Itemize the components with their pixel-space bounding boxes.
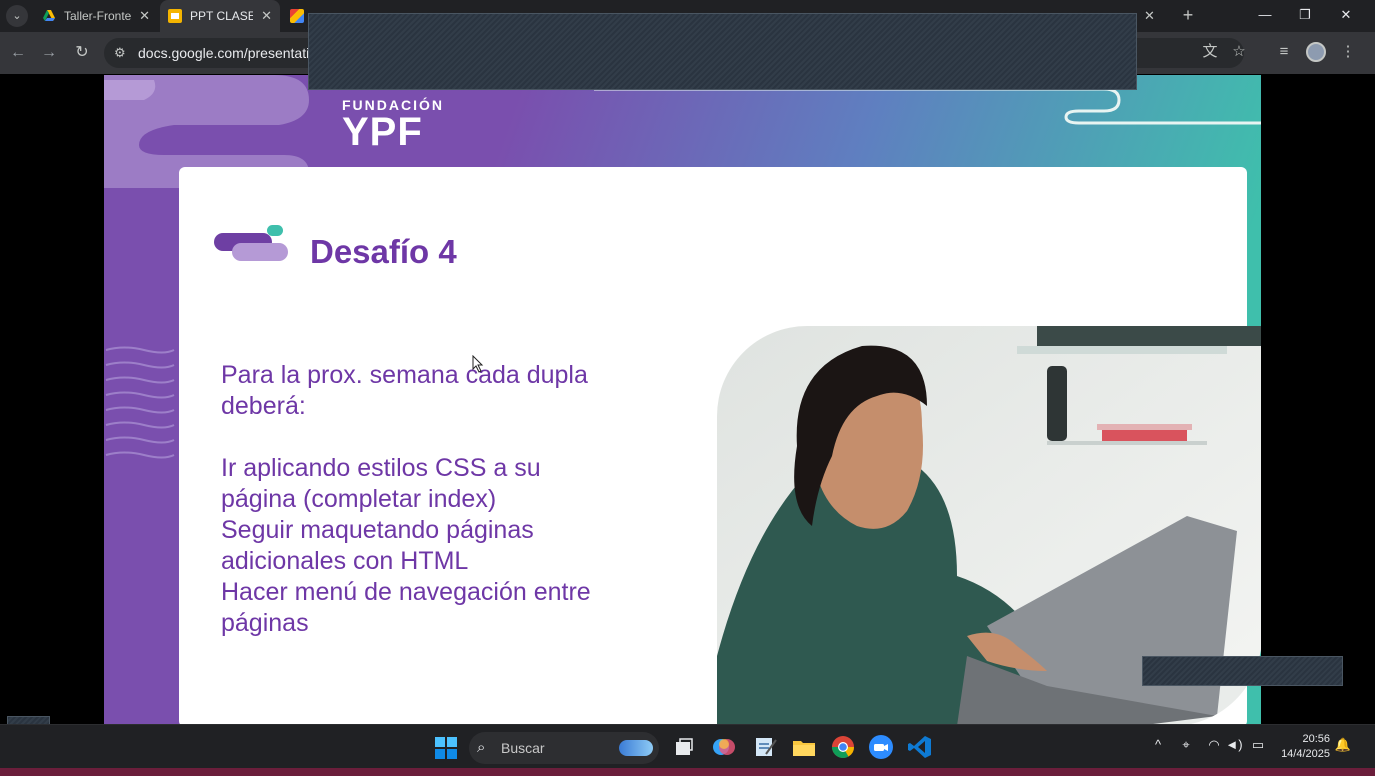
profile-avatar[interactable] bbox=[1306, 42, 1326, 62]
notifications-icon[interactable]: 🔔 bbox=[1333, 737, 1353, 753]
slide-heading: Desafío 4 bbox=[310, 233, 457, 270]
forward-button[interactable]: → bbox=[37, 41, 61, 65]
tab-title: PPT CLASE 4 bbox=[190, 9, 254, 23]
url-text: docs.google.com/presentation bbox=[138, 45, 325, 61]
clock-date: 14/4/2025 bbox=[1281, 748, 1330, 760]
task-view-icon[interactable] bbox=[671, 734, 697, 760]
slide-item: Ir aplicando estilos CSS a su página (co… bbox=[221, 454, 541, 513]
menu-kebab-icon[interactable]: ⋮ bbox=[1337, 41, 1359, 63]
tab-taller-frontend[interactable]: Taller-Fronte ✕ bbox=[34, 0, 158, 32]
screen-bottom-edge bbox=[0, 768, 1375, 776]
slide-body-text: Para la prox. semana cada dupla deberá: … bbox=[221, 360, 621, 639]
tab-title: Taller-Fronte bbox=[64, 9, 132, 23]
search-placeholder: Buscar bbox=[501, 740, 545, 756]
tab-ppt-clase-4[interactable]: PPT CLASE 4 ✕ bbox=[160, 0, 280, 32]
decorative-pill bbox=[267, 225, 283, 236]
screen: ⌄ Taller-Fronte ✕ PPT CLASE 4 ✕ ✕ + — ❐ … bbox=[0, 0, 1375, 776]
windows-taskbar: ⌕ Buscar ^ ⌖ ◠ ◄) ▭ 20:56 14/4/2025 🔔 bbox=[0, 724, 1375, 768]
logo-line2: YPF bbox=[342, 110, 423, 154]
zoom-icon[interactable] bbox=[868, 734, 894, 760]
vscode-icon[interactable] bbox=[907, 734, 933, 760]
slide-item: Hacer menú de navegación entre páginas bbox=[221, 578, 591, 637]
close-tab-icon[interactable]: ✕ bbox=[139, 8, 150, 24]
close-window-button[interactable]: ✕ bbox=[1326, 0, 1366, 32]
chrome-icon[interactable] bbox=[830, 734, 856, 760]
bookmark-star-icon[interactable]: ☆ bbox=[1228, 41, 1250, 63]
wifi-icon[interactable]: ◠ bbox=[1204, 737, 1224, 753]
clock-time: 20:56 bbox=[1302, 733, 1330, 745]
minimize-button[interactable]: — bbox=[1245, 0, 1285, 32]
taskbar-search[interactable]: ⌕ Buscar bbox=[469, 732, 659, 764]
tab-favicon-icon bbox=[290, 9, 304, 23]
location-icon[interactable]: ⌖ bbox=[1176, 737, 1196, 753]
close-tab-icon[interactable]: ✕ bbox=[1144, 8, 1155, 24]
copilot-icon[interactable] bbox=[711, 734, 737, 760]
new-tab-button[interactable]: + bbox=[1176, 4, 1200, 28]
tab-partial[interactable] bbox=[286, 0, 308, 32]
site-info-icon[interactable]: ⚙ bbox=[114, 38, 126, 68]
battery-icon[interactable]: ▭ bbox=[1248, 737, 1268, 753]
redacted-region bbox=[308, 13, 1137, 90]
presentation-slide: FUNDACIÓN YPF Desafío 4 Para la prox. se… bbox=[104, 75, 1261, 724]
slide-intro: Para la prox. semana cada dupla deberá: bbox=[221, 361, 588, 420]
search-highlight-icon bbox=[619, 740, 653, 756]
translate-icon[interactable]: 文 bbox=[1199, 41, 1221, 63]
reload-button[interactable]: ↻ bbox=[70, 41, 94, 65]
system-clock[interactable]: 20:56 14/4/2025 bbox=[1278, 732, 1330, 762]
google-drive-icon bbox=[42, 9, 56, 23]
tab-search-button[interactable]: ⌄ bbox=[6, 5, 28, 27]
slide-item: Seguir maquetando páginas adicionales co… bbox=[221, 516, 534, 575]
mouse-cursor-icon bbox=[472, 355, 484, 373]
google-slides-icon bbox=[168, 9, 182, 23]
back-button[interactable]: ← bbox=[6, 41, 30, 65]
notepad-icon[interactable] bbox=[752, 734, 778, 760]
close-tab-icon[interactable]: ✕ bbox=[261, 8, 272, 24]
volume-icon[interactable]: ◄) bbox=[1224, 737, 1244, 752]
tab-close-button[interactable]: ✕ bbox=[1140, 0, 1164, 32]
windows-start-icon[interactable] bbox=[435, 737, 457, 759]
file-explorer-icon[interactable] bbox=[791, 734, 817, 760]
decorative-pill bbox=[232, 243, 288, 261]
media-controls-icon[interactable]: ≡ bbox=[1273, 41, 1295, 63]
search-icon: ⌕ bbox=[477, 739, 486, 756]
show-hidden-icons-button[interactable]: ^ bbox=[1148, 737, 1168, 752]
redacted-region bbox=[1142, 656, 1343, 686]
restore-button[interactable]: ❐ bbox=[1285, 0, 1325, 32]
fundacion-ypf-logo: FUNDACIÓN YPF bbox=[342, 97, 444, 154]
